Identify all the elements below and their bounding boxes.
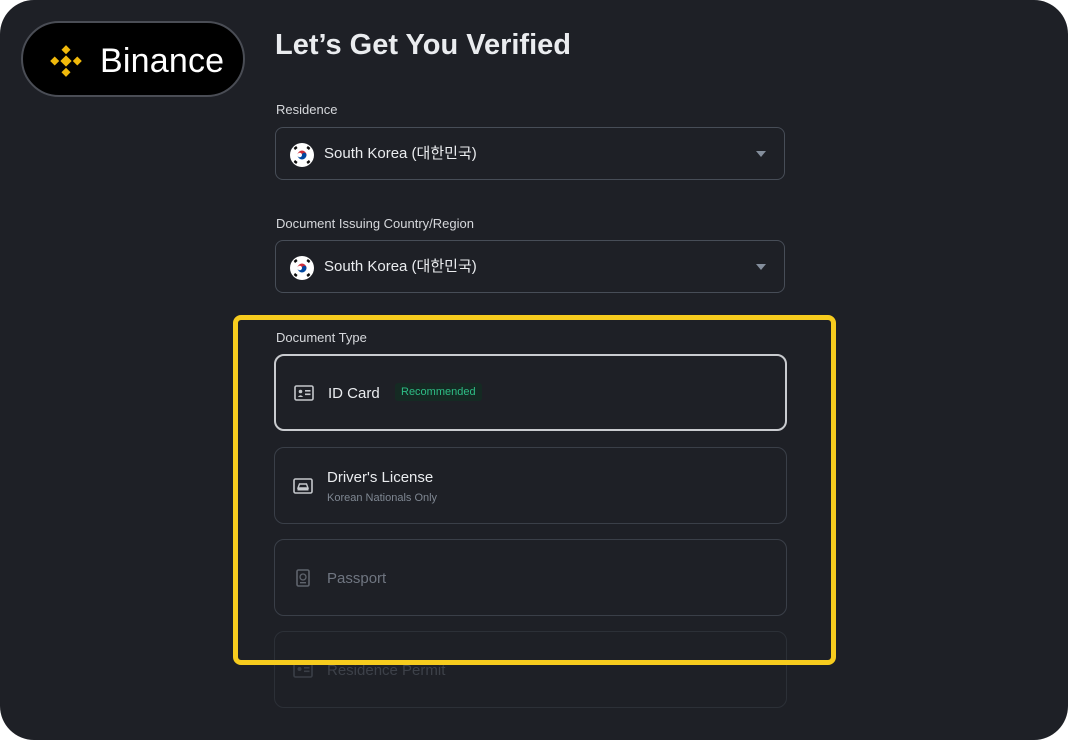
id-card-option[interactable]: ID Card Recommended [274,354,787,431]
page-title: Let’s Get You Verified [275,29,571,61]
drivers-license-option[interactable]: Driver's License Korean Nationals Only [274,447,787,524]
id-card-label: ID Card [328,385,380,402]
passport-option[interactable]: Passport [274,539,787,616]
id-card-icon [294,385,314,401]
binance-logo-icon [50,45,82,77]
chevron-down-icon [756,151,766,157]
residence-permit-option[interactable]: Residence Permit [274,631,787,708]
residence-label: Residence [276,102,338,117]
document-type-label: Document Type [276,330,367,345]
passport-label: Passport [327,570,387,587]
drivers-license-icon [293,478,313,494]
drivers-license-label: Driver's License [327,469,434,486]
issuing-country-select[interactable]: South Korea (대한민국) [275,240,785,293]
chevron-down-icon [756,264,766,270]
passport-icon [296,569,310,587]
issuing-country-value: South Korea (대한민국) [324,258,477,275]
drivers-license-sublabel: Korean Nationals Only [327,492,438,504]
recommended-badge: Recommended [395,383,482,401]
south-korea-flag-icon [290,256,314,280]
issuing-country-label: Document Issuing Country/Region [276,216,474,231]
residence-value: South Korea (대한민국) [324,145,477,162]
residence-permit-label: Residence Permit [327,662,446,679]
app-window: Binance Let’s Get You Verified Residence… [0,0,1068,740]
south-korea-flag-icon [290,143,314,167]
residence-select[interactable]: South Korea (대한민국) [275,127,785,180]
residence-permit-icon [293,662,313,678]
brand-name: Binance [100,42,225,80]
